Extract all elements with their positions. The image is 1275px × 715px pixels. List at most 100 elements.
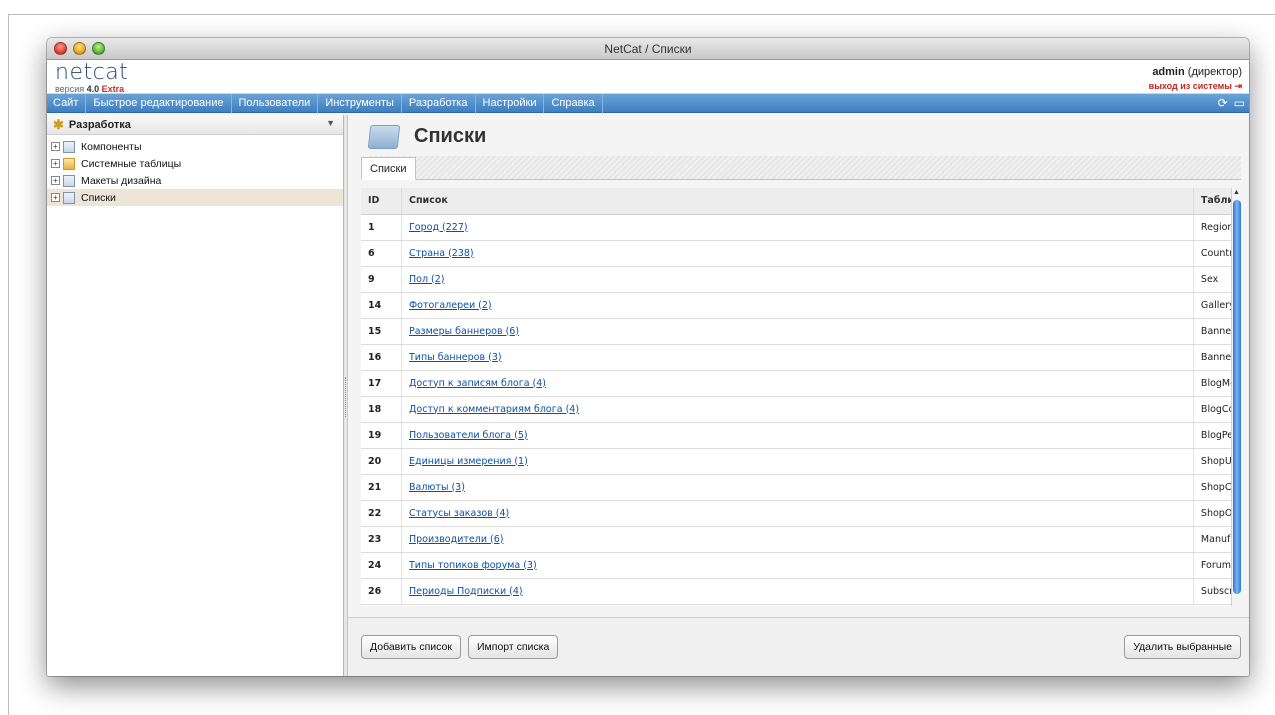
vertical-scrollbar[interactable]: ▲	[1231, 188, 1241, 606]
lists-icon	[63, 191, 75, 204]
menu-item-development[interactable]: Разработка	[402, 93, 476, 113]
user-box: admin (директор) выход из системы ⇥	[1149, 66, 1242, 92]
sidebar-item-label: Макеты дизайна	[81, 174, 162, 187]
table-row: 24Типы топиков форума (3)ForumTopicType	[361, 552, 1241, 579]
logout-label: выход из системы	[1148, 81, 1232, 91]
chevron-down-icon[interactable]: ▼	[326, 118, 335, 128]
menu-item-users[interactable]: Пользователи	[232, 93, 319, 113]
menu-item-quick-edit[interactable]: Быстрое редактирование	[86, 93, 232, 113]
row-list-cell: Пол (2)	[401, 266, 1194, 293]
expand-icon[interactable]: +	[51, 142, 60, 151]
row-id: 23	[361, 526, 402, 553]
row-id: 1	[361, 214, 402, 241]
sidebar-item-components[interactable]: + Компоненты	[47, 138, 343, 155]
lists-table-area: ID Список Таблица ✖ 1Город (227)Region6С…	[361, 188, 1241, 606]
row-list-cell: Страна (238)	[401, 240, 1194, 267]
list-link[interactable]: Периоды Подписки (4)	[409, 586, 523, 597]
main-menu: Сайт Быстрое редактирование Пользователи…	[47, 93, 1249, 113]
list-link[interactable]: Пол (2)	[409, 274, 445, 285]
components-icon	[63, 140, 75, 153]
sidebar-title: Разработка	[68, 118, 131, 131]
list-link[interactable]: Доступ к комментариям блога (4)	[409, 404, 579, 415]
list-link[interactable]: Город (227)	[409, 222, 468, 233]
table-row: 15Размеры баннеров (6)BannerSize	[361, 318, 1241, 345]
edition-label: Extra	[101, 84, 125, 94]
list-link[interactable]: Производители (6)	[409, 534, 503, 545]
row-id: 17	[361, 370, 402, 397]
netcat-logo[interactable]: netcat версия 4.0 Extra	[55, 60, 129, 95]
footer-bar: Добавить список Импорт списка Удалить вы…	[348, 617, 1249, 676]
list-link[interactable]: Единицы измерения (1)	[409, 456, 528, 467]
sidebar-item-lists[interactable]: + Списки	[47, 189, 343, 206]
row-list-cell: Доступ к комментариям блога (4)	[401, 396, 1194, 423]
sidebar-header[interactable]: ✱ Разработка ▼	[47, 115, 343, 135]
expand-icon[interactable]: +	[51, 159, 60, 168]
tab-lists[interactable]: Списки	[361, 157, 416, 180]
delete-selected-button[interactable]: Удалить выбранные	[1124, 635, 1241, 659]
row-list-cell: Пользователи блога (5)	[401, 422, 1194, 449]
table-row: 20Единицы измерения (1)ShopUnits	[361, 448, 1241, 475]
import-list-button[interactable]: Импорт списка	[468, 635, 559, 659]
row-list-cell: Фотогалереи (2)	[401, 292, 1194, 319]
column-header-id[interactable]: ID	[361, 188, 402, 215]
list-link[interactable]: Валюты (3)	[409, 482, 465, 493]
sidebar-item-design-templates[interactable]: + Макеты дизайна	[47, 172, 343, 189]
row-list-cell: Статусы заказов (4)	[401, 500, 1194, 527]
row-id: 21	[361, 474, 402, 501]
user-name: admin	[1152, 66, 1185, 78]
list-link[interactable]: Доступ к записям блога (4)	[409, 378, 546, 389]
list-link[interactable]: Типы баннеров (3)	[409, 352, 502, 363]
list-link[interactable]: Статусы заказов (4)	[409, 508, 509, 519]
version-prefix: версия	[55, 84, 85, 94]
list-link[interactable]: Размеры баннеров (6)	[409, 326, 519, 337]
list-link[interactable]: Пользователи блога (5)	[409, 430, 528, 441]
table-row: 9 Пол (2) Sex	[361, 266, 1241, 293]
logout-link[interactable]: выход из системы ⇥	[1149, 81, 1242, 92]
tab-bar: Списки	[361, 156, 1241, 180]
scrollbar-thumb[interactable]	[1233, 200, 1241, 594]
menu-item-tools[interactable]: Инструменты	[318, 93, 402, 113]
menu-item-settings[interactable]: Настройки	[476, 93, 545, 113]
row-id: 22	[361, 500, 402, 527]
version-info: версия 4.0 Extra	[55, 84, 128, 94]
row-id: 26	[361, 578, 402, 605]
tools-icon: ✱	[53, 116, 64, 132]
window-controls	[54, 42, 105, 55]
expand-icon[interactable]: +	[51, 193, 60, 202]
menu-item-site[interactable]: Сайт	[47, 93, 87, 113]
splitter-grip[interactable]	[345, 377, 346, 417]
row-list-cell: Доступ к записям блога (4)	[401, 370, 1194, 397]
table-row: 6 Страна (238) Country	[361, 240, 1241, 267]
table-row: 18Доступ к комментариям блога (4)BlogCom…	[361, 396, 1241, 423]
minimize-window-button[interactable]	[73, 42, 86, 55]
window-title: NetCat / Списки	[604, 42, 692, 56]
app-window: NetCat / Списки netcat версия 4.0 Extra …	[47, 38, 1249, 676]
close-window-button[interactable]	[54, 42, 67, 55]
sidebar-item-system-tables[interactable]: + Системные таблицы	[47, 155, 343, 172]
list-link[interactable]: Типы топиков форума (3)	[409, 560, 537, 571]
titlebar: NetCat / Списки	[47, 38, 1249, 60]
table-row: 19Пользователи блога (5)BlogPermissionGr…	[361, 422, 1241, 449]
expand-icon[interactable]: +	[51, 176, 60, 185]
table-row: 1 Город (227) Region	[361, 214, 1241, 241]
row-id: 20	[361, 448, 402, 475]
list-link[interactable]: Страна (238)	[409, 248, 474, 259]
user-info: admin (директор)	[1149, 66, 1242, 78]
version-number: 4.0	[86, 84, 100, 94]
list-link[interactable]: Фотогалереи (2)	[409, 300, 492, 311]
logo-text: netcat	[55, 60, 129, 85]
chat-icon[interactable]: ▭	[1234, 94, 1245, 113]
zoom-window-button[interactable]	[92, 42, 105, 55]
row-id: 14	[361, 292, 402, 319]
scroll-up-icon[interactable]: ▲	[1232, 188, 1241, 198]
refresh-icon[interactable]: ⟳	[1218, 94, 1228, 113]
menu-tools: ⟳ ▭	[1218, 94, 1245, 113]
table-row: 22Статусы заказов (4)ShopOrderStatus	[361, 500, 1241, 527]
row-id: 9	[361, 266, 402, 293]
table-row: 16Типы баннеров (3)BannerType	[361, 344, 1241, 371]
lists-table: ID Список Таблица ✖ 1Город (227)Region6С…	[361, 188, 1241, 605]
menu-item-help[interactable]: Справка	[544, 93, 603, 113]
row-list-cell: Типы топиков форума (3)	[401, 552, 1194, 579]
add-list-button[interactable]: Добавить список	[361, 635, 461, 659]
column-header-list[interactable]: Список	[401, 188, 1194, 215]
